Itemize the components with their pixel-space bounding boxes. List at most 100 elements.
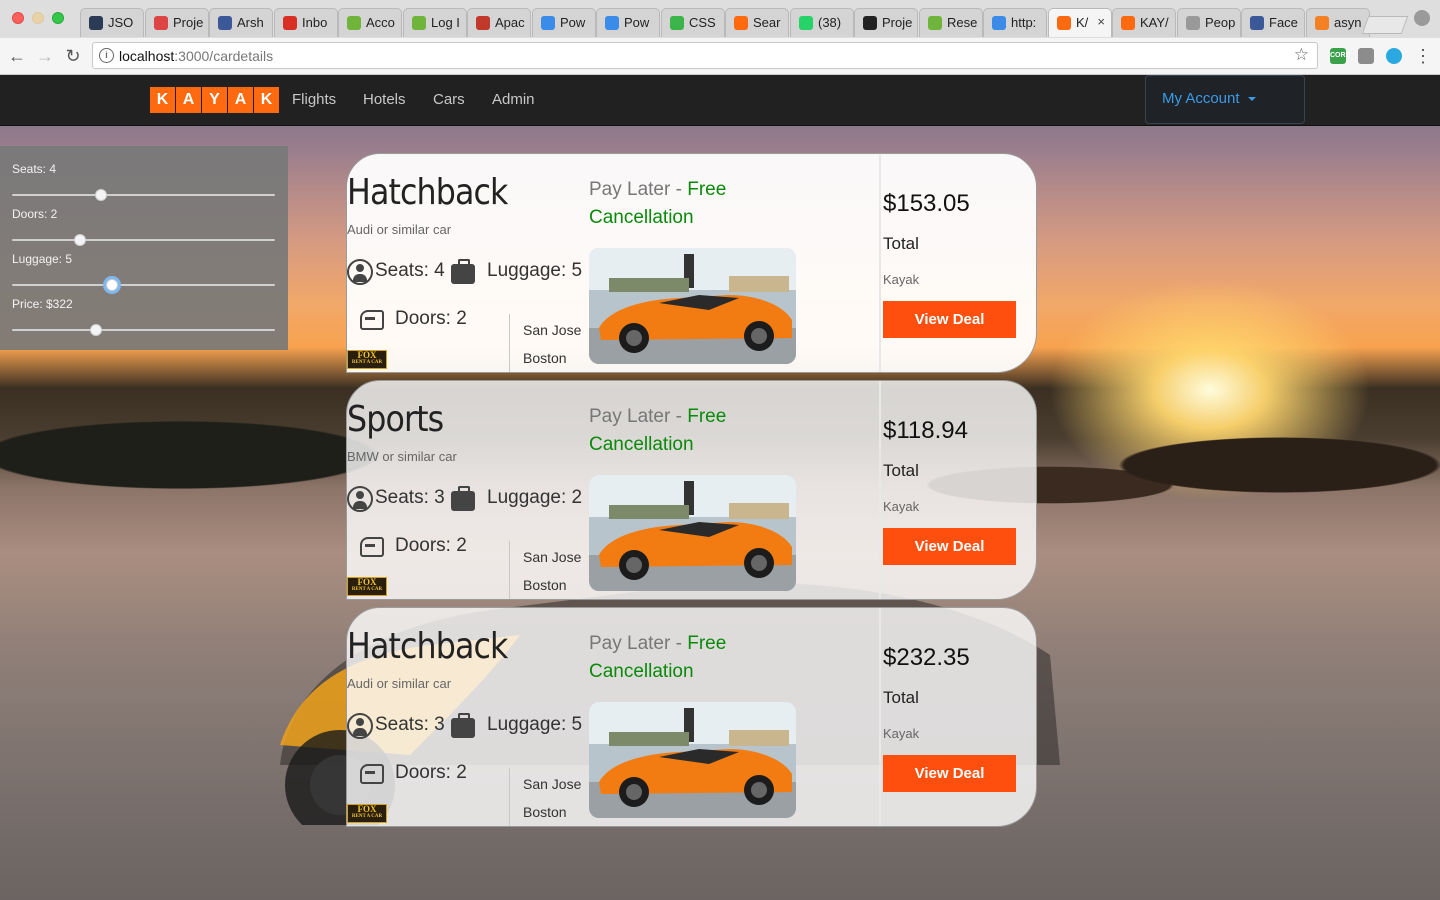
- browser-tab[interactable]: CSS: [660, 8, 725, 37]
- cors-extension-icon[interactable]: CORS: [1330, 48, 1350, 64]
- fox-logo-text: FOX: [357, 577, 377, 587]
- browser-tab[interactable]: Pow: [596, 8, 660, 37]
- fox-rent-a-car-logo: FOX RENT A CAR: [347, 350, 387, 369]
- nav-link-hotels[interactable]: Hotels: [363, 91, 406, 108]
- extension-round-icon[interactable]: [1386, 48, 1402, 64]
- css-icon: [669, 16, 684, 30]
- browser-menu-icon[interactable]: ⋮: [1414, 46, 1432, 67]
- doors-slider[interactable]: [12, 234, 275, 246]
- reload-icon[interactable]: ↻: [62, 45, 84, 67]
- total-price: $232.35: [883, 644, 970, 671]
- browser-tab[interactable]: http:: [983, 8, 1047, 37]
- browser-tab-strip: JSO Proje Arsh Inbo Acco Log I Apac Pow Pow CSS Se…: [0, 0, 1440, 39]
- nav-link-admin[interactable]: Admin: [492, 91, 535, 108]
- document-icon: [1185, 16, 1200, 30]
- fox-logo-text: FOX: [357, 350, 377, 360]
- browser-tab[interactable]: Acco: [338, 8, 402, 37]
- browser-tab-title: Log I: [430, 15, 460, 30]
- browser-tab[interactable]: Proje: [144, 8, 209, 37]
- browser-tab[interactable]: Pow: [531, 8, 596, 37]
- caret-down-icon: [1248, 97, 1256, 101]
- view-deal-button[interactable]: View Deal: [883, 755, 1016, 792]
- browser-tab[interactable]: JSO: [80, 8, 144, 37]
- whatsapp-icon: [798, 16, 813, 30]
- browser-tab-title: http:: [1011, 15, 1037, 30]
- pay-later-text: Pay Later: [589, 179, 671, 200]
- browser-tab-title: Rese: [946, 15, 977, 30]
- luggage-icon: [451, 713, 475, 738]
- kayak-logo[interactable]: K A Y A K: [150, 87, 280, 113]
- seats-count: Seats: 3: [375, 487, 445, 508]
- new-tab-button[interactable]: [1361, 16, 1409, 34]
- seats-slider-thumb[interactable]: [95, 189, 108, 201]
- price-slider[interactable]: [12, 324, 275, 336]
- filter-panel: Seats: 4 Doors: 2 Luggage: 5 Price: $322: [0, 146, 288, 350]
- forward-arrow-icon[interactable]: →: [34, 45, 56, 67]
- car-model-subtitle: Audi or similar car: [347, 222, 452, 237]
- car-type: Sports: [347, 399, 444, 440]
- minimize-window-button[interactable]: [32, 12, 44, 24]
- fox-logo-subtext: RENT A CAR: [351, 587, 383, 592]
- car-door-icon: [360, 537, 384, 557]
- total-price: $153.05: [883, 190, 970, 217]
- browser-tab-title: JSO: [108, 15, 134, 30]
- browser-tab[interactable]: Face: [1241, 8, 1305, 37]
- address-bar[interactable]: i localhost:3000/cardetails ☆: [92, 42, 1318, 69]
- fox-rent-a-car-logo: FOX RENT A CAR: [347, 577, 387, 596]
- luggage-icon: [451, 486, 475, 511]
- browser-tab-title: Sear: [753, 15, 781, 30]
- browser-tab[interactable]: Rese: [918, 8, 983, 37]
- browser-tab-title: K/: [1075, 15, 1088, 30]
- link-icon: [992, 16, 1006, 30]
- page: K A Y A K Flights Hotels Cars Admin My A…: [0, 75, 1440, 900]
- my-account-dropdown[interactable]: My Account: [1145, 75, 1305, 124]
- stackoverflow-icon: [1314, 16, 1329, 30]
- cancellation-text: Cancellation: [589, 434, 694, 455]
- doors-slider-thumb[interactable]: [74, 234, 87, 246]
- dash-text: -: [670, 633, 688, 654]
- bookmark-star-icon[interactable]: ☆: [1294, 45, 1309, 65]
- seats-slider[interactable]: [12, 189, 275, 201]
- browser-tab-title: KAY/: [1140, 15, 1169, 30]
- extension-icon[interactable]: [1358, 48, 1374, 64]
- back-arrow-icon[interactable]: ←: [6, 45, 28, 67]
- zoom-window-button[interactable]: [52, 12, 64, 24]
- seats-count: Seats: 4: [375, 260, 445, 281]
- cancellation-text: Cancellation: [589, 661, 694, 682]
- price-slider-thumb[interactable]: [90, 324, 103, 336]
- dropoff-location: Boston: [523, 804, 567, 820]
- dash-text: -: [670, 406, 688, 427]
- info-icon[interactable]: i: [99, 48, 114, 63]
- nav-link-cars[interactable]: Cars: [433, 91, 465, 108]
- browser-tab-title: Inbo: [301, 15, 327, 30]
- browser-tab[interactable]: Inbo: [273, 8, 338, 37]
- apache-icon: [476, 16, 490, 30]
- luggage-slider-thumb[interactable]: [105, 279, 118, 291]
- pay-later-text: Pay Later: [589, 633, 671, 654]
- car-card: Hatchback Audi or similar car Seats: 4 L…: [346, 153, 1037, 373]
- browser-tab[interactable]: KAY/: [1112, 8, 1176, 37]
- browser-tab[interactable]: K/ ×: [1047, 8, 1112, 37]
- view-deal-button[interactable]: View Deal: [883, 301, 1016, 338]
- browser-tab[interactable]: Arsh: [209, 8, 273, 37]
- close-window-button[interactable]: [12, 12, 24, 24]
- kayak-icon: [734, 16, 748, 30]
- github-icon: [863, 16, 877, 30]
- browser-tab[interactable]: (38): [789, 8, 854, 37]
- close-tab-icon[interactable]: ×: [1097, 14, 1105, 29]
- browser-tab[interactable]: Peop: [1176, 8, 1241, 37]
- browser-tab-title: Pow: [559, 15, 585, 30]
- browser-tab[interactable]: Log I: [402, 8, 467, 37]
- browser-tab[interactable]: Proje: [854, 8, 918, 37]
- free-text: Free: [687, 179, 727, 200]
- luggage-slider[interactable]: [12, 279, 275, 291]
- profile-icon[interactable]: [1414, 10, 1430, 26]
- browser-tab[interactable]: Apac: [467, 8, 531, 37]
- price-divider: [879, 381, 881, 599]
- browser-tab[interactable]: asyn: [1305, 8, 1370, 37]
- pay-later-text: Pay Later: [589, 406, 671, 427]
- view-deal-button[interactable]: View Deal: [883, 528, 1016, 565]
- nav-link-flights[interactable]: Flights: [292, 91, 336, 108]
- gmail-icon: [282, 16, 297, 30]
- browser-tab[interactable]: Sear: [725, 8, 789, 37]
